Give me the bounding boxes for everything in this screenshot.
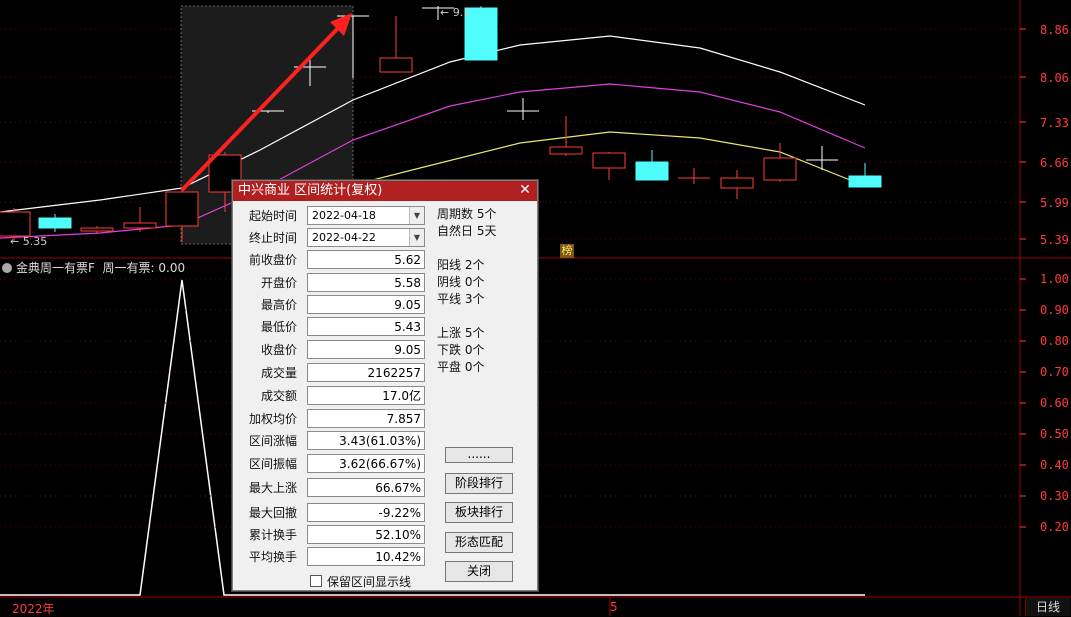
indicator-tick: 0.60 bbox=[1040, 396, 1069, 410]
indicator-tick: 1.00 bbox=[1040, 272, 1069, 286]
indicator-header: 金典周一有票F 周一有票: 0.00 bbox=[0, 259, 185, 275]
candle-body bbox=[0, 211, 31, 237]
stat-value: 5.62 bbox=[307, 250, 425, 269]
pattern-match-button[interactable]: 形态匹配 bbox=[445, 532, 513, 553]
stat-value: 3.62(66.67%) bbox=[307, 454, 425, 473]
close-button[interactable]: 关闭 bbox=[445, 561, 513, 582]
more-button[interactable]: ...... bbox=[445, 447, 513, 463]
end-time-label: 终止时间 bbox=[248, 231, 297, 245]
stat-label: 前收盘价 bbox=[248, 253, 297, 267]
indicator-name[interactable]: 金典周一有票F bbox=[16, 261, 95, 275]
stage-rank-button[interactable]: 阶段排行 bbox=[445, 473, 513, 494]
stat-value: 5.58 bbox=[307, 273, 425, 292]
candle-body bbox=[848, 175, 882, 188]
indicator-tick: 0.40 bbox=[1040, 458, 1069, 472]
indicator-tick: 0.70 bbox=[1040, 365, 1069, 379]
price-tick: 8.06 bbox=[1040, 71, 1069, 85]
stat-value: 17.0亿 bbox=[307, 386, 425, 405]
candle-body bbox=[720, 177, 754, 189]
stat-down: 下跌 0个 bbox=[437, 343, 485, 357]
rank-badge[interactable]: 榜 bbox=[560, 244, 574, 258]
stat-label: 最低价 bbox=[260, 320, 297, 334]
indicator-tick: 0.20 bbox=[1040, 520, 1069, 534]
stat-label: 区间涨幅 bbox=[248, 434, 297, 448]
start-date-picker[interactable]: 2022-04-18 ▼ bbox=[307, 206, 425, 225]
candle-body bbox=[38, 217, 72, 229]
end-date-value: 2022-04-22 bbox=[312, 231, 376, 244]
chevron-down-icon[interactable]: ▼ bbox=[409, 229, 424, 246]
start-date-value: 2022-04-18 bbox=[312, 209, 376, 222]
stat-yang: 阳线 2个 bbox=[437, 258, 485, 272]
stat-value: 66.67% bbox=[307, 478, 425, 497]
month-marker: 5 bbox=[610, 600, 618, 614]
stat-value: 2162257 bbox=[307, 363, 425, 382]
checkbox-box[interactable] bbox=[310, 575, 322, 587]
candle-body bbox=[379, 57, 413, 73]
indicator-tick: 0.30 bbox=[1040, 489, 1069, 503]
stat-label: 最大上涨 bbox=[248, 481, 297, 495]
close-icon[interactable]: ✕ bbox=[517, 182, 533, 198]
period-button[interactable]: 日线 bbox=[1025, 598, 1070, 616]
candle-body bbox=[635, 161, 669, 181]
stat-label: 加权均价 bbox=[248, 412, 297, 426]
stat-up: 上涨 5个 bbox=[437, 326, 485, 340]
stat-flat: 平线 3个 bbox=[437, 292, 485, 306]
stat-value: 7.857 bbox=[307, 409, 425, 428]
stat-value: 9.05 bbox=[307, 295, 425, 314]
keep-range-lines-label: 保留区间显示线 bbox=[327, 575, 412, 589]
low-price-marker: ← 5.35 bbox=[10, 235, 48, 248]
stat-value: 52.10% bbox=[307, 525, 425, 544]
chevron-down-icon[interactable]: ▼ bbox=[409, 207, 424, 224]
candle-body bbox=[592, 152, 626, 169]
stat-label: 收盘价 bbox=[260, 343, 297, 357]
end-date-picker[interactable]: 2022-04-22 ▼ bbox=[307, 228, 425, 247]
high-price-marker: ← 9.1 bbox=[440, 6, 471, 19]
stat-value: 5.43 bbox=[307, 317, 425, 336]
stat-periods: 周期数 5个 bbox=[437, 207, 497, 221]
year-label: 2022年 bbox=[12, 602, 55, 616]
stat-even: 平盘 0个 bbox=[437, 360, 485, 374]
sector-rank-button[interactable]: 板块排行 bbox=[445, 502, 513, 523]
stat-label: 最大回撤 bbox=[248, 506, 297, 520]
candle-body bbox=[123, 222, 157, 229]
stat-value: -9.22% bbox=[307, 503, 425, 522]
stat-value: 9.05 bbox=[307, 340, 425, 359]
indicator-tick: 0.90 bbox=[1040, 303, 1069, 317]
gear-icon[interactable] bbox=[2, 263, 12, 273]
price-tick: 7.33 bbox=[1040, 116, 1069, 130]
stat-label: 成交额 bbox=[260, 389, 297, 403]
stat-natural-days: 自然日 5天 bbox=[437, 224, 497, 238]
dialog-title: 中兴商业 区间统计(复权) ✕ bbox=[233, 181, 537, 201]
candle-body bbox=[165, 191, 199, 227]
stat-label: 最高价 bbox=[260, 298, 297, 312]
candle-body bbox=[80, 227, 114, 232]
candle-body bbox=[763, 157, 797, 181]
stat-label: 累计换手 bbox=[248, 528, 297, 542]
price-tick: 5.99 bbox=[1040, 196, 1069, 210]
indicator-tick: 0.80 bbox=[1040, 334, 1069, 348]
stat-label: 成交量 bbox=[260, 366, 297, 380]
indicator-value: 周一有票: 0.00 bbox=[102, 261, 186, 275]
stat-yin: 阴线 0个 bbox=[437, 275, 485, 289]
stat-label: 开盘价 bbox=[260, 276, 297, 290]
dialog-title-text: 中兴商业 区间统计(复权) bbox=[238, 183, 383, 198]
start-time-label: 起始时间 bbox=[248, 209, 297, 223]
price-tick: 5.39 bbox=[1040, 233, 1069, 247]
stat-value: 3.43(61.03%) bbox=[307, 431, 425, 450]
indicator-tick: 0.50 bbox=[1040, 427, 1069, 441]
stat-label: 区间振幅 bbox=[248, 457, 297, 471]
range-stats-dialog: 中兴商业 区间统计(复权) ✕ 起始时间 2022-04-18 ▼ 终止时间 20… bbox=[232, 180, 538, 591]
stat-value: 10.42% bbox=[307, 547, 425, 566]
candle-body bbox=[549, 146, 583, 155]
price-tick: 8.86 bbox=[1040, 23, 1069, 37]
stat-label: 平均换手 bbox=[248, 550, 297, 564]
keep-range-lines-checkbox[interactable]: 保留区间显示线 bbox=[310, 573, 411, 590]
price-tick: 6.66 bbox=[1040, 156, 1069, 170]
